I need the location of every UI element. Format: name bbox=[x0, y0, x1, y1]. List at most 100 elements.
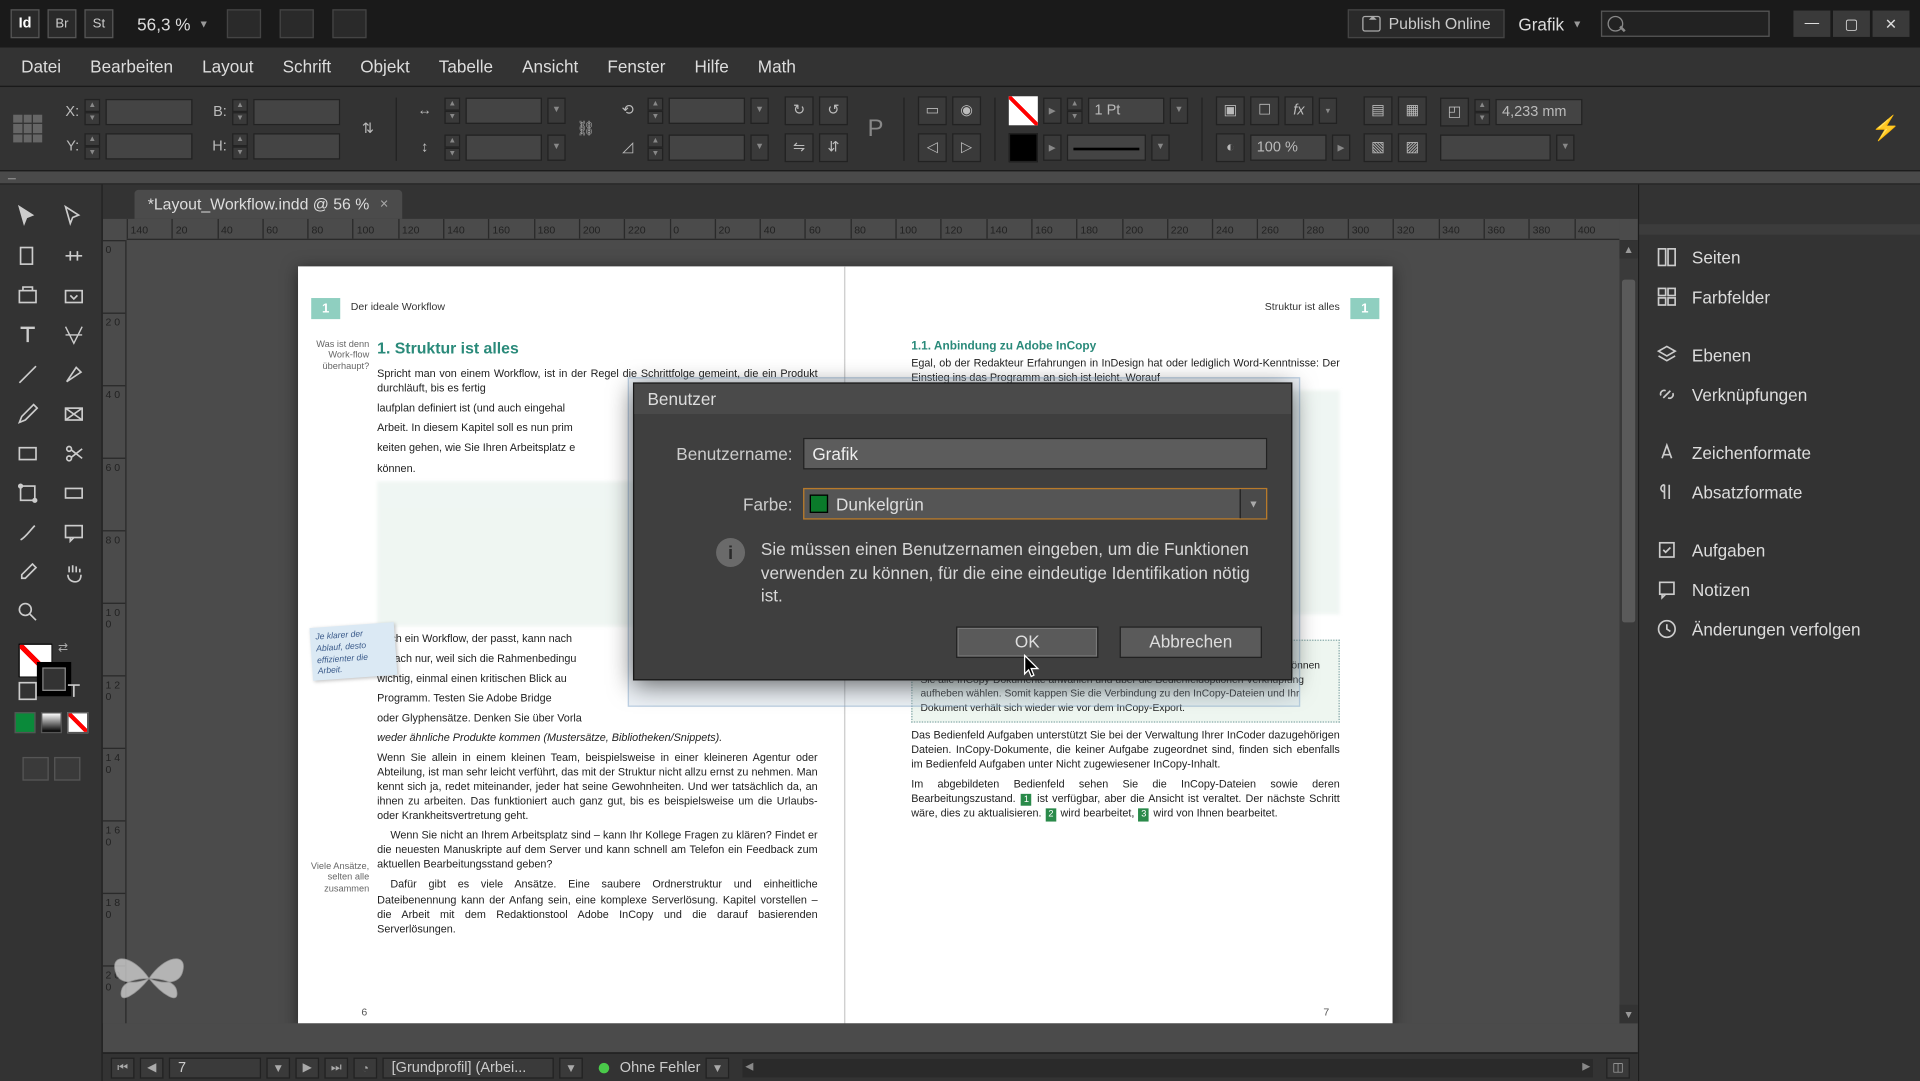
workspace-switcher[interactable]: Grafik bbox=[1518, 14, 1564, 34]
dropdown-icon[interactable]: ▾ bbox=[1319, 97, 1337, 123]
panel-ebenen[interactable]: Ebenen bbox=[1639, 335, 1920, 375]
dialog-title[interactable]: Benutzer bbox=[634, 384, 1291, 414]
rotate-cw-icon[interactable]: ↻ bbox=[785, 96, 814, 125]
prev-page-button[interactable]: ◀ bbox=[140, 1057, 164, 1078]
first-page-button[interactable]: ⏮ bbox=[111, 1057, 135, 1078]
hand-tool[interactable] bbox=[52, 554, 96, 591]
stroke-weight-field[interactable]: 1 Pt bbox=[1088, 97, 1164, 123]
help-search-input[interactable] bbox=[1601, 11, 1770, 37]
fill-swatch[interactable] bbox=[1009, 96, 1038, 125]
dropdown-icon[interactable]: ▶ bbox=[1332, 134, 1350, 160]
last-page-button[interactable]: ⏭ bbox=[324, 1057, 348, 1078]
color-select[interactable]: Dunkelgrün ▼ bbox=[803, 488, 1267, 520]
auto-fit-icon[interactable]: ▣ bbox=[1216, 96, 1245, 125]
chevron-down-icon[interactable]: ▼ bbox=[198, 18, 208, 30]
corner-radius-field[interactable]: 4,233 mm bbox=[1495, 98, 1582, 124]
panel-notizen[interactable]: Notizen bbox=[1639, 570, 1920, 610]
selection-tool[interactable] bbox=[5, 198, 49, 235]
document-tab[interactable]: *Layout_Workflow.indd @ 56 % × bbox=[135, 190, 402, 219]
window-close-button[interactable]: ✕ bbox=[1873, 11, 1910, 37]
window-minimize-button[interactable]: — bbox=[1793, 11, 1830, 37]
corner-stepper[interactable]: ▲▼ bbox=[1474, 98, 1490, 124]
arrange-documents-button[interactable] bbox=[333, 9, 367, 38]
rotate-field[interactable] bbox=[669, 97, 745, 123]
stroke-style-field[interactable] bbox=[1067, 134, 1146, 160]
menu-layout[interactable]: Layout bbox=[189, 51, 267, 81]
panel-aufgaben[interactable]: Aufgaben bbox=[1639, 530, 1920, 570]
rotate-ccw-icon[interactable]: ↺ bbox=[819, 96, 848, 125]
y-stepper[interactable]: ▲▼ bbox=[84, 133, 100, 159]
vertical-scrollbar[interactable]: ▲ ▼ bbox=[1619, 240, 1637, 1023]
dropdown-icon[interactable]: ▼ bbox=[750, 134, 768, 160]
scale-x-stepper[interactable]: ▲▼ bbox=[444, 97, 460, 123]
formatting-text-icon[interactable] bbox=[52, 673, 96, 710]
open-bridge-icon[interactable]: ◔ bbox=[353, 1057, 377, 1078]
scroll-up-icon[interactable]: ▲ bbox=[1619, 240, 1637, 258]
stroke-swatch[interactable] bbox=[1009, 133, 1038, 162]
select-container-icon[interactable]: ▭ bbox=[918, 96, 947, 125]
w-stepper[interactable]: ▲▼ bbox=[232, 98, 248, 124]
shear-field[interactable] bbox=[669, 134, 745, 160]
menu-schrift[interactable]: Schrift bbox=[269, 51, 344, 81]
preflight-status[interactable]: Ohne Fehler bbox=[620, 1060, 701, 1076]
shear-stepper[interactable]: ▲▼ bbox=[647, 134, 663, 160]
select-next-icon[interactable]: ▷ bbox=[952, 133, 981, 162]
corner-style-field[interactable] bbox=[1440, 134, 1551, 160]
screen-mode-button[interactable] bbox=[280, 9, 314, 38]
stock-button[interactable]: St bbox=[84, 9, 113, 38]
direct-selection-tool[interactable] bbox=[52, 198, 96, 235]
menu-tabelle[interactable]: Tabelle bbox=[426, 51, 507, 81]
stroke-weight-stepper[interactable]: ▲▼ bbox=[1067, 97, 1083, 123]
note-tool[interactable] bbox=[52, 514, 96, 551]
bridge-button[interactable]: Br bbox=[47, 9, 76, 38]
chevron-down-icon[interactable]: ▼ bbox=[1572, 18, 1582, 30]
cancel-button[interactable]: Abbrechen bbox=[1120, 626, 1262, 658]
menu-ansicht[interactable]: Ansicht bbox=[509, 51, 592, 81]
dropdown-icon[interactable]: ▼ bbox=[547, 134, 565, 160]
normal-view-icon[interactable] bbox=[22, 757, 48, 781]
dropdown-icon[interactable]: ▼ bbox=[1170, 97, 1188, 123]
reference-point-grid[interactable] bbox=[13, 114, 42, 143]
dropdown-icon[interactable]: ▼ bbox=[750, 97, 768, 123]
pen-tool[interactable] bbox=[52, 356, 96, 393]
chevron-down-icon[interactable]: ▼ bbox=[1240, 489, 1266, 518]
menu-datei[interactable]: Datei bbox=[8, 51, 74, 81]
type-tool[interactable] bbox=[5, 316, 49, 353]
next-page-button[interactable]: ▶ bbox=[295, 1057, 319, 1078]
split-view-icon[interactable]: ◫ bbox=[1606, 1057, 1630, 1078]
view-options-button[interactable] bbox=[227, 9, 261, 38]
menu-bearbeiten[interactable]: Bearbeiten bbox=[77, 51, 186, 81]
h-field[interactable] bbox=[253, 133, 340, 159]
panel-absatzformate[interactable]: Absatzformate bbox=[1639, 472, 1920, 512]
publish-online-button[interactable]: Publish Online bbox=[1348, 9, 1505, 38]
formatting-container-icon[interactable] bbox=[5, 673, 49, 710]
scale-y-field[interactable] bbox=[466, 134, 542, 160]
apply-none-icon[interactable] bbox=[67, 712, 88, 733]
link-icon[interactable]: ⛓ bbox=[571, 114, 600, 143]
apply-gradient-icon[interactable] bbox=[40, 712, 61, 733]
fx-icon[interactable]: fx bbox=[1284, 96, 1313, 125]
dropdown-icon[interactable]: ▼ bbox=[547, 97, 565, 123]
scale-x-field[interactable] bbox=[466, 97, 542, 123]
dropdown-icon[interactable]: ▼ bbox=[1151, 134, 1169, 160]
frame-fit-icon[interactable]: ☐ bbox=[1250, 96, 1279, 125]
page-number-field[interactable]: 7 bbox=[169, 1057, 261, 1078]
gradient-feather-tool[interactable] bbox=[5, 514, 49, 551]
w-field[interactable] bbox=[253, 98, 340, 124]
opacity-icon[interactable]: ◐ bbox=[1216, 133, 1245, 162]
h-stepper[interactable]: ▲▼ bbox=[232, 133, 248, 159]
panel-verknuepfungen[interactable]: Verknüpfungen bbox=[1639, 375, 1920, 415]
page-dropdown-icon[interactable]: ▼ bbox=[266, 1057, 290, 1078]
flip-v-icon[interactable]: ⇵ bbox=[819, 133, 848, 162]
flip-h-icon[interactable]: ⇋ bbox=[785, 133, 814, 162]
text-wrap-bounding-icon[interactable]: ▦ bbox=[1398, 96, 1427, 125]
select-prev-icon[interactable]: ◁ bbox=[918, 133, 947, 162]
vertical-ruler[interactable]: 02 04 06 08 01 0 01 2 01 4 01 6 01 8 02 … bbox=[103, 240, 127, 1023]
line-tool[interactable] bbox=[5, 356, 49, 393]
preflight-dropdown-icon[interactable]: ▼ bbox=[706, 1057, 730, 1078]
scale-y-stepper[interactable]: ▲▼ bbox=[444, 134, 460, 160]
apply-color-icon[interactable] bbox=[14, 712, 35, 733]
profile-dropdown-icon[interactable]: ▼ bbox=[559, 1057, 583, 1078]
username-input[interactable]: Grafik bbox=[803, 438, 1267, 470]
rectangle-tool[interactable] bbox=[5, 435, 49, 472]
